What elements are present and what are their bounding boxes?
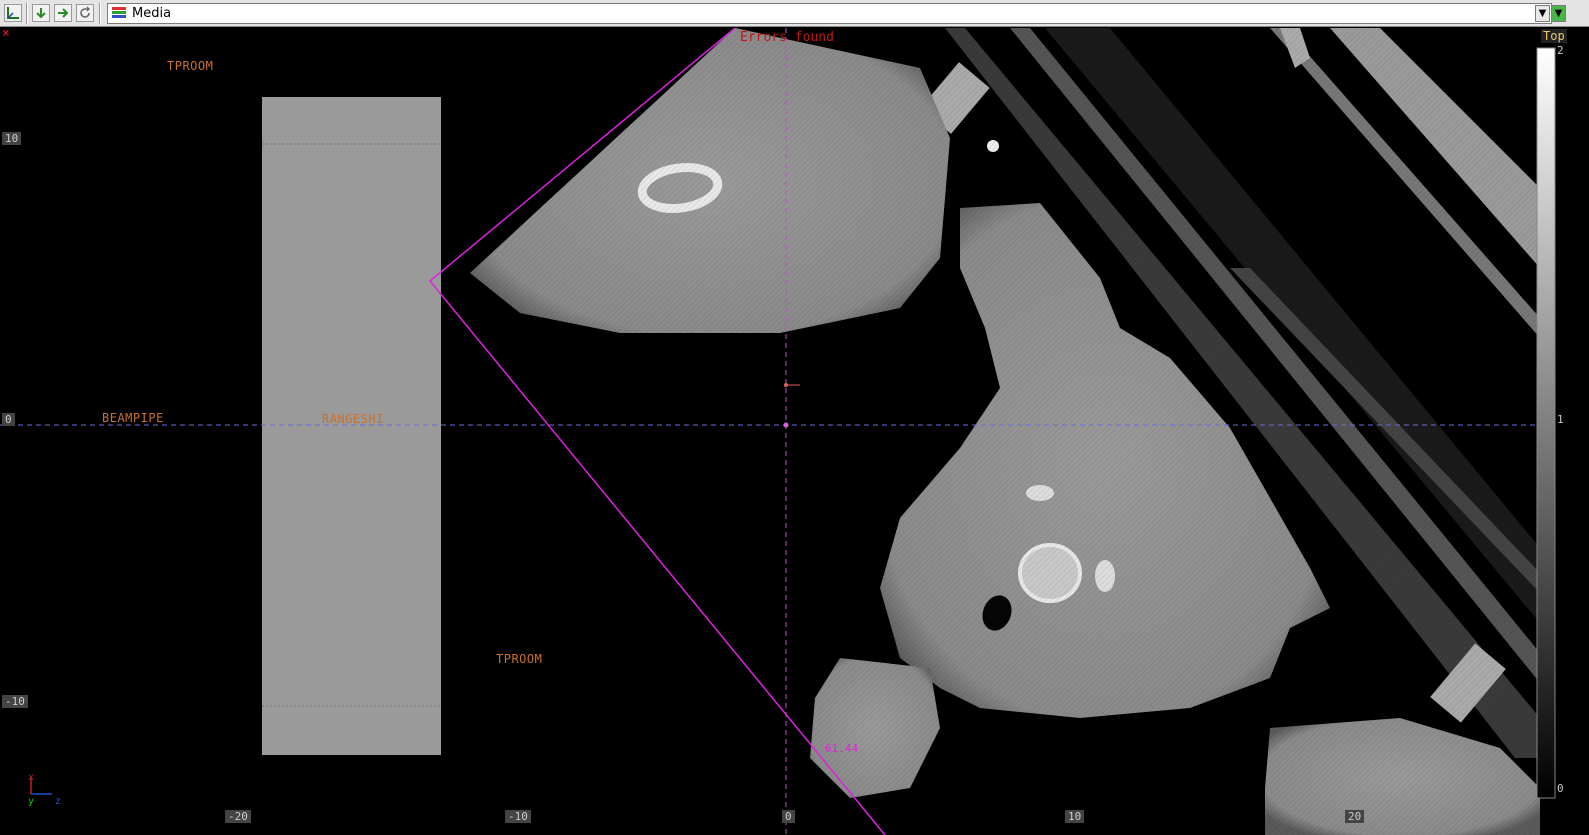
orientation-axes [30, 778, 52, 795]
x-tick: -10 [505, 810, 531, 823]
media-extra-dropdown-button[interactable]: ▼ [1551, 5, 1566, 22]
arrow-down-icon[interactable] [32, 4, 50, 22]
axis-x-letter: x [28, 772, 35, 783]
error-message: Errors found [740, 30, 834, 45]
x-tick: 20 [1345, 810, 1365, 823]
toolbar: Media ▼ ▼ [0, 0, 1589, 27]
label-rangeshi: RANGESHI [322, 412, 384, 426]
beam-label: 61.44 [825, 742, 859, 755]
y-tick: 0 [2, 413, 15, 426]
colorbar-tick: 2 [1557, 44, 1564, 57]
rangeshi-block [262, 97, 441, 755]
label-tproom-top: TPROOM [167, 59, 214, 73]
axes-icon[interactable] [4, 4, 22, 22]
axis-y-letter: y [28, 796, 35, 807]
x-tick: 10 [1065, 810, 1085, 823]
y-tick: -10 [2, 695, 28, 708]
x-tick: 0 [782, 810, 795, 823]
label-beampipe: BEAMPIPE [102, 411, 164, 425]
label-tproom-bottom: TPROOM [496, 652, 543, 666]
arrow-right-icon[interactable] [54, 4, 72, 22]
media-label: Media [132, 6, 172, 21]
media-selector[interactable]: Media [107, 3, 1552, 24]
media-dropdown-button[interactable]: ▼ [1535, 5, 1550, 22]
ct-image [0, 28, 1556, 835]
close-icon[interactable]: × [2, 26, 10, 41]
orientation-label: Top [1541, 29, 1567, 43]
colorbar-tick: 0 [1557, 782, 1564, 795]
colorbar-tick: 1 [1557, 413, 1564, 426]
x-tick: -20 [225, 810, 251, 823]
media-stack-icon [111, 6, 127, 25]
refresh-icon[interactable] [76, 4, 94, 22]
axis-z-letter: z [55, 796, 62, 807]
y-tick: 10 [2, 132, 22, 145]
colorbar [1536, 47, 1556, 799]
ct-viewport[interactable]: × Errors found Top TPROOM BEAMPIPE RANGE… [0, 26, 1589, 835]
